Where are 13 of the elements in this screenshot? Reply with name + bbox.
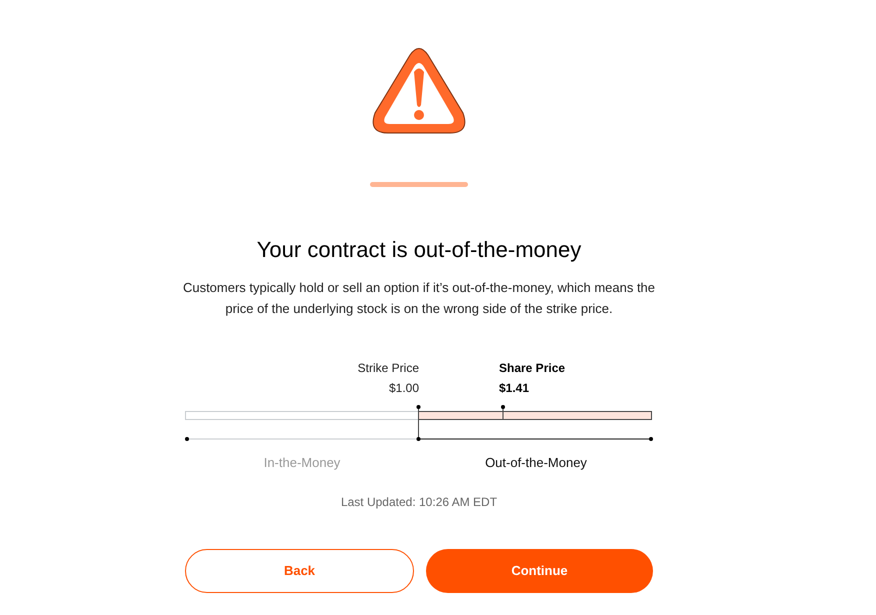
back-button[interactable]: Back	[185, 549, 414, 593]
share-price-marker	[500, 405, 504, 420]
share-price-value: $1.41	[499, 380, 530, 397]
strike-price-label: Strike Price	[358, 360, 419, 377]
page-title: Your contract is out-of-the-money	[256, 236, 582, 264]
share-price-label: Share Price	[499, 360, 566, 377]
description: Customers typically hold or sell an option if it’s out-of-the-money, which means the price of the underlying stock is on the wrong side of the strike price.	[182, 279, 656, 318]
continue-button[interactable]: Continue	[426, 549, 653, 593]
warning-icon	[370, 45, 468, 136]
zone-label: In-the-Money	[264, 455, 340, 470]
strike-price-value: $1.00	[388, 380, 419, 397]
zone-label: Out-of-the-Money	[485, 455, 587, 470]
last-updated-text: Last Updated: 10:26 AM EDT	[340, 494, 498, 511]
